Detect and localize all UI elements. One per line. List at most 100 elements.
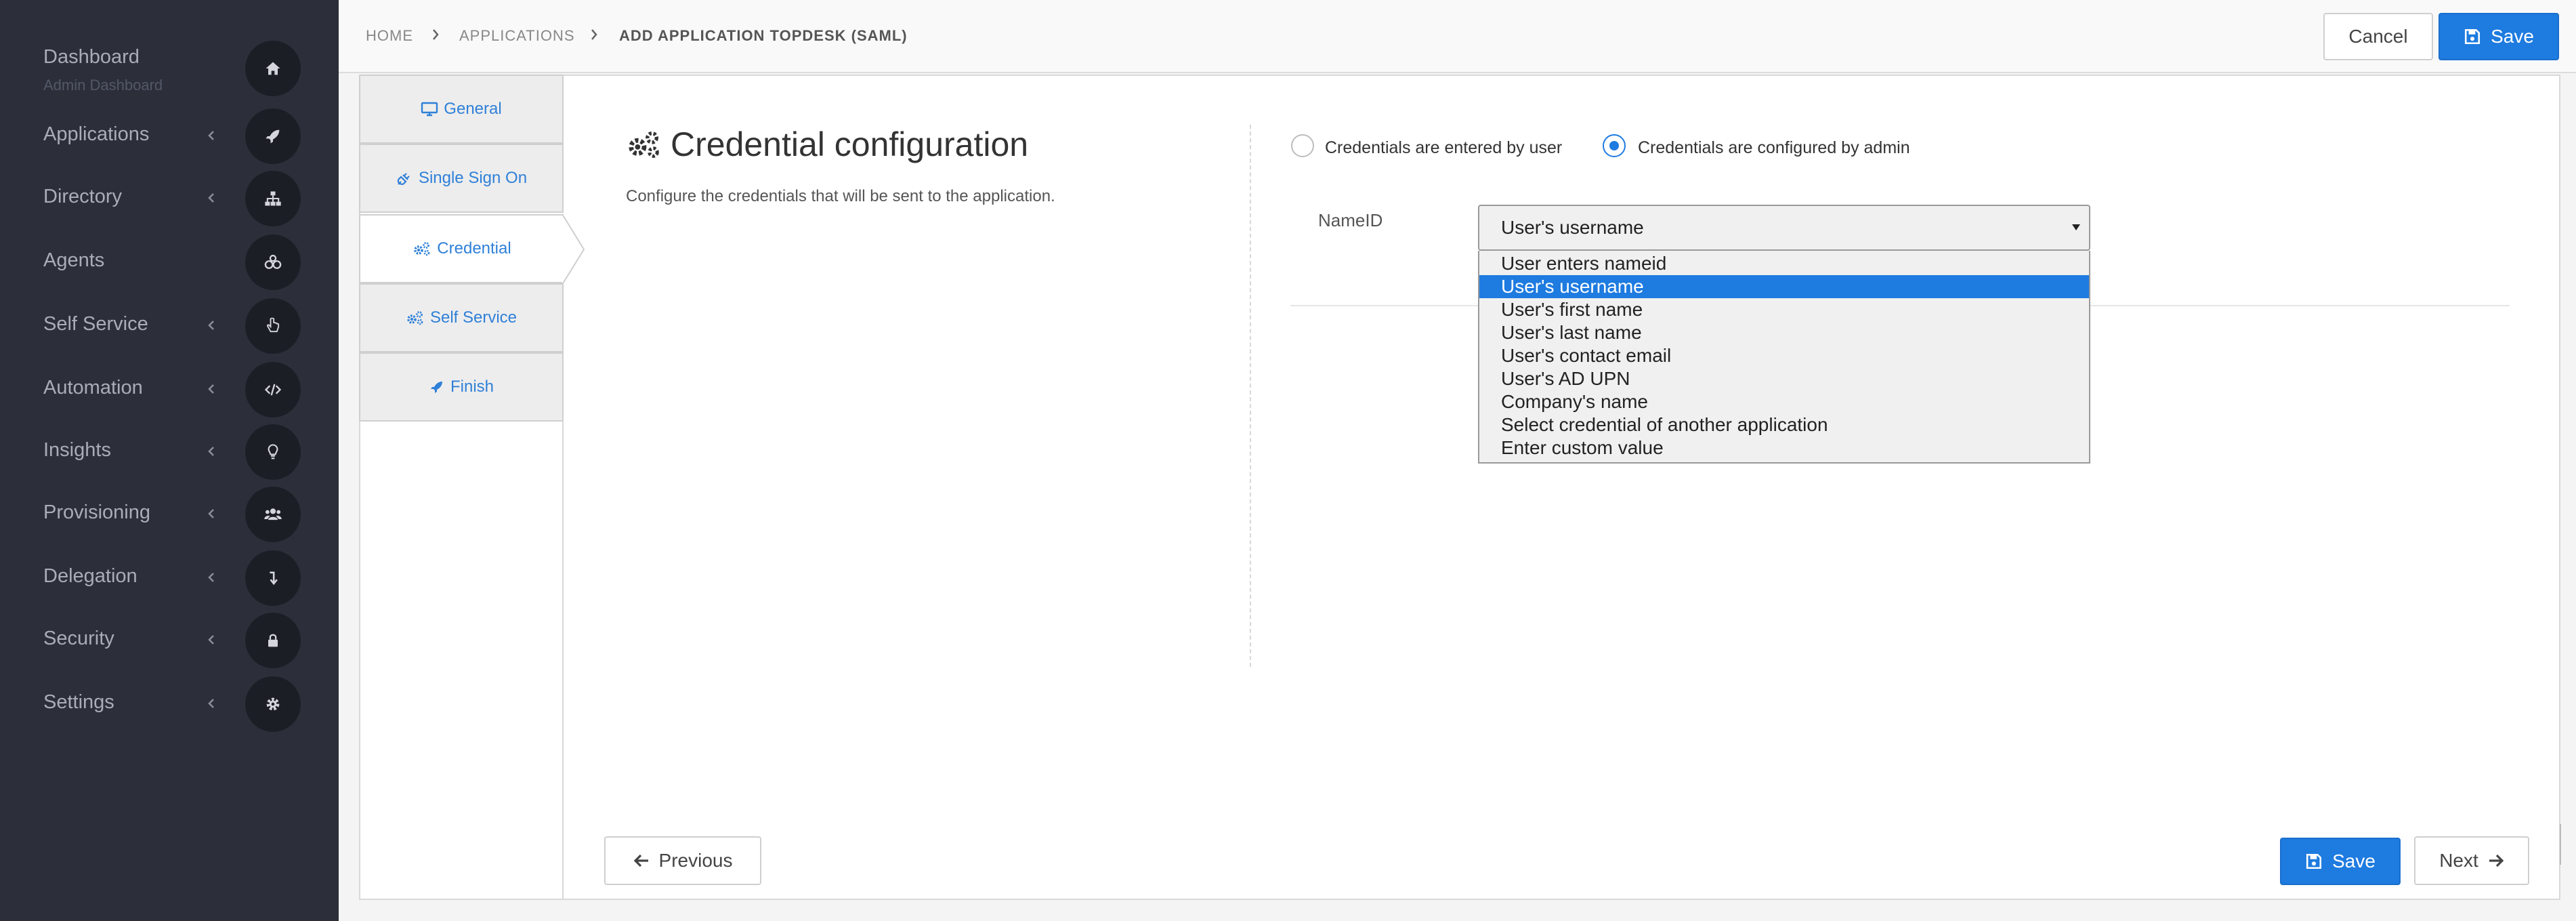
caret-down-icon [2072,224,2080,230]
tab-label: Self Service [429,308,518,327]
tab-label: Single Sign On [418,169,528,187]
sidebar-item-label: Dashboard [43,46,140,68]
hand-pointer-icon [245,298,301,354]
chevron-left-icon [208,131,214,140]
chevron-left-icon [208,509,214,518]
sidebar-item-label: Directory [43,186,123,207]
dropdown-option[interactable]: Select credential of another application [1479,413,2089,436]
chevron-left-icon [208,321,214,330]
floppy-disk-icon [2306,853,2322,869]
tab-column-filler [359,422,564,900]
page-title-text: Credential configuration [671,125,1029,163]
sidebar-item-automation[interactable]: Automation [0,362,339,417]
scrollbar[interactable] [2560,824,2561,865]
sidebar-item-label: Agents [43,249,105,271]
sidebar-item-label: Delegation [43,565,138,587]
tab-finish[interactable]: Finish [359,352,564,422]
sidebar-item-provisioning[interactable]: Provisioning [0,487,339,542]
sidebar-item-label: Insights [43,439,111,461]
nameid-label: NameID [1318,210,1383,230]
radio-entered-by-user-label[interactable]: Credentials are entered by user [1325,138,1562,158]
sidebar: Dashboard Admin Dashboard Applications D… [0,0,339,921]
dropdown-option-selected[interactable]: User's username [1479,275,2089,298]
breadcrumb-applications[interactable]: APPLICATIONS [459,27,575,45]
home-icon [245,41,301,96]
plug-icon [397,173,410,185]
save-button-label: Save [2491,26,2534,47]
sidebar-item-label: Automation [43,377,143,398]
sidebar-item-insights[interactable]: Insights [0,424,339,480]
tab-label: Credential [437,239,511,258]
column-divider [1250,125,1251,667]
footer-save-button[interactable]: Save [2280,838,2401,885]
sidebar-item-label: Settings [43,691,114,713]
tab-label: General [444,100,502,118]
users-icon [245,487,301,542]
sidebar-item-applications[interactable]: Applications [0,108,339,164]
arrow-right-icon [2489,854,2504,867]
sidebar-item-label: Provisioning [43,502,150,523]
dropdown-option[interactable]: User's contact email [1479,344,2089,367]
dropdown-option[interactable]: User enters nameid [1479,252,2089,275]
sidebar-item-directory[interactable]: Directory [0,171,339,226]
section-description: Configure the credentials that will be s… [626,187,1055,205]
dropdown-option[interactable]: Company's name [1479,390,2089,413]
tab-self-service[interactable]: Self Service [359,283,564,352]
sidebar-item-label: Self Service [43,313,148,335]
cancel-button-label: Cancel [2348,26,2408,47]
nameid-select[interactable]: User's username [1478,205,2090,251]
dropdown-option[interactable]: User's first name [1479,298,2089,321]
code-icon [245,362,301,417]
next-button[interactable]: Next [2414,836,2529,885]
chevron-left-icon [208,573,214,582]
sitemap-icon [245,171,301,226]
next-button-label: Next [2439,850,2478,871]
sidebar-item-delegation[interactable]: Delegation [0,550,339,606]
nameid-select-value: User's username [1501,217,1644,238]
cogs-icon [414,242,430,256]
sidebar-item-security[interactable]: Security [0,613,339,668]
cancel-button[interactable]: Cancel [2323,13,2433,60]
active-tab-pointer [562,214,585,285]
lock-icon [245,613,301,668]
tab-single-sign-on[interactable]: Single Sign On [359,144,564,213]
cogs-icon [629,131,659,158]
save-button[interactable]: Save [2438,13,2559,60]
previous-button-label: Previous [658,850,733,871]
previous-button[interactable]: Previous [604,836,761,885]
chevron-right-icon [591,29,597,40]
sidebar-item-label: Applications [43,123,150,145]
rocket-icon [430,382,442,393]
radio-configured-by-admin-label[interactable]: Credentials are configured by admin [1638,138,1910,158]
chevron-left-icon [208,447,214,456]
chevron-right-icon [433,29,439,40]
rocket-icon [245,108,301,164]
level-down-icon [245,550,301,606]
dropdown-option[interactable]: Enter custom value [1479,436,2089,459]
dropdown-option[interactable]: User's AD UPN [1479,367,2089,390]
arrow-left-icon [633,854,648,867]
gear-icon [245,676,301,732]
nameid-dropdown-list: User enters nameid User's username User'… [1478,251,2090,464]
desktop-icon [421,102,438,117]
breadcrumb-home[interactable]: HOME [366,27,413,45]
lightbulb-icon [245,424,301,480]
chevron-left-icon [208,699,214,708]
radio-entered-by-user[interactable] [1291,134,1314,157]
tab-label: Finish [450,377,494,396]
tab-credential[interactable]: Credential [359,214,564,283]
breadcrumb-current: ADD APPLICATION TOPDESK (SAML) [619,27,908,44]
tab-general[interactable]: General [359,75,564,144]
sidebar-item-settings[interactable]: Settings [0,676,339,732]
footer-save-button-label: Save [2332,851,2376,872]
sidebar-item-self-service[interactable]: Self Service [0,298,339,354]
floppy-disk-icon [2465,28,2480,45]
agents-icon [245,234,301,290]
cogs-icon [407,311,423,325]
chevron-left-icon [208,384,214,394]
chevron-left-icon [208,193,214,203]
sidebar-item-agents[interactable]: Agents [0,234,339,290]
dropdown-option[interactable]: User's last name [1479,321,2089,344]
radio-configured-by-admin[interactable] [1603,134,1626,157]
sidebar-item-label: Security [43,628,114,649]
